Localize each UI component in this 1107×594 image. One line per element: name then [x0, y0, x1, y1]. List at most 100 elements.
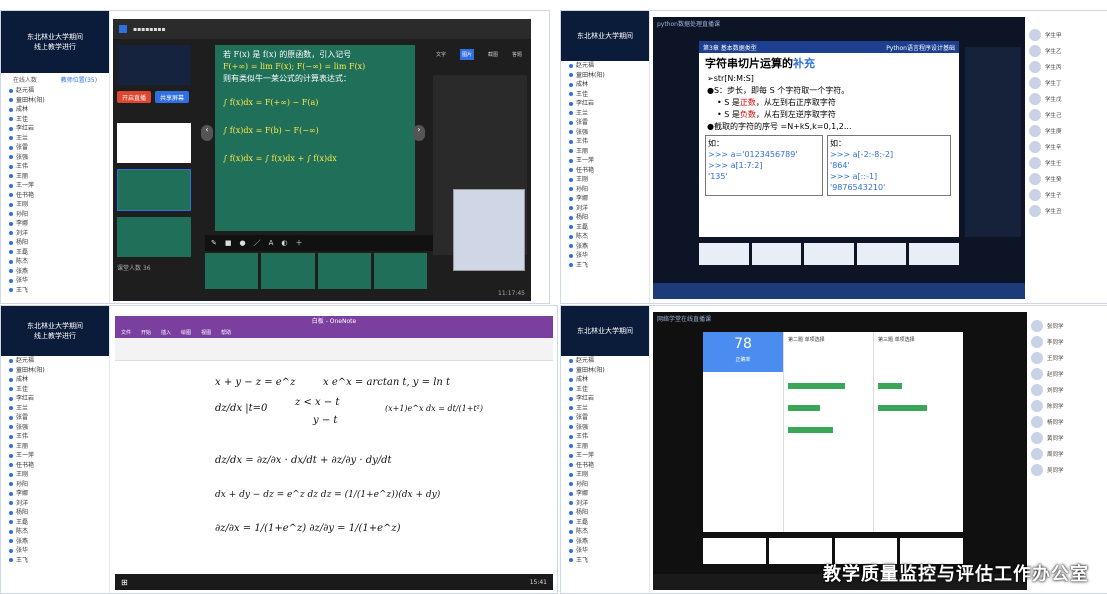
student-item[interactable]: 李红岩: [561, 99, 649, 109]
student-item[interactable]: 王伟: [561, 432, 649, 442]
student-item[interactable]: 成林: [1, 375, 109, 385]
student-item[interactable]: 王兰: [561, 404, 649, 414]
student-item[interactable]: 任书艳: [561, 461, 649, 471]
student-item[interactable]: 张燕: [561, 242, 649, 252]
next-slide-icon[interactable]: ›: [413, 125, 425, 141]
tool-answer[interactable]: 答题: [512, 51, 522, 58]
student-item[interactable]: 刘洋: [561, 499, 649, 509]
student-item[interactable]: 王佳: [1, 385, 109, 395]
student-item[interactable]: 童田林(阳): [1, 96, 109, 106]
start-live-button[interactable]: 开启直播: [117, 91, 151, 103]
student-item[interactable]: 孙阳: [561, 185, 649, 195]
student-item[interactable]: 张华: [1, 546, 109, 556]
slide-thumb-2[interactable]: [117, 169, 191, 211]
student-item[interactable]: 王兰: [1, 134, 109, 144]
menu-item[interactable]: 帮助: [221, 328, 231, 338]
student-item[interactable]: 杨阳: [1, 508, 109, 518]
student-item[interactable]: 赵元福: [561, 356, 649, 366]
student-item[interactable]: 王佳: [561, 90, 649, 100]
strip-slide[interactable]: [804, 243, 854, 265]
text-icon[interactable]: A: [269, 239, 274, 247]
student-item[interactable]: 成林: [561, 375, 649, 385]
strip-slide[interactable]: [909, 243, 959, 265]
menu-item[interactable]: 文件: [121, 328, 131, 338]
student-item[interactable]: 王飞: [1, 556, 109, 566]
student-item[interactable]: 王一萍: [561, 156, 649, 166]
student-item[interactable]: 王丽: [1, 442, 109, 452]
student-item[interactable]: 陈杰: [561, 232, 649, 242]
square-icon[interactable]: ■: [225, 239, 232, 247]
student-item[interactable]: 王丽: [1, 172, 109, 182]
student-item[interactable]: 王飞: [561, 556, 649, 566]
student-item[interactable]: 赵元福: [1, 86, 109, 96]
student-item[interactable]: 王佳: [561, 385, 649, 395]
strip-slide[interactable]: [261, 253, 315, 289]
student-item[interactable]: 王刚: [561, 175, 649, 185]
student-item[interactable]: 孙阳: [1, 480, 109, 490]
student-item[interactable]: 王刚: [561, 470, 649, 480]
strip-slide[interactable]: [751, 243, 802, 265]
student-item[interactable]: 张雷: [1, 143, 109, 153]
student-item[interactable]: 张雷: [561, 118, 649, 128]
student-item[interactable]: 李红岩: [1, 394, 109, 404]
student-item[interactable]: 张强: [561, 423, 649, 433]
student-item[interactable]: 任书艳: [1, 191, 109, 201]
student-item[interactable]: 张燕: [561, 537, 649, 547]
student-item[interactable]: 童田林(阳): [1, 366, 109, 376]
strip-slide[interactable]: [856, 243, 907, 265]
student-item[interactable]: 王伟: [1, 432, 109, 442]
student-item[interactable]: 杨阳: [561, 213, 649, 223]
slide-thumb-1[interactable]: [117, 123, 191, 163]
student-item[interactable]: 杨阳: [1, 238, 109, 248]
menu-item[interactable]: 视图: [201, 328, 211, 338]
student-item[interactable]: 王磊: [1, 248, 109, 258]
strip-slide[interactable]: [699, 243, 749, 265]
student-item[interactable]: 张强: [1, 423, 109, 433]
student-item[interactable]: 张雷: [1, 413, 109, 423]
student-item[interactable]: 孙阳: [1, 210, 109, 220]
tab-online[interactable]: 在线人数: [13, 75, 37, 84]
slide-thumb-3[interactable]: [117, 217, 191, 257]
student-item[interactable]: 王兰: [1, 404, 109, 414]
student-item[interactable]: 孙阳: [561, 480, 649, 490]
student-item[interactable]: 李娜: [561, 194, 649, 204]
student-item[interactable]: 童田林(阳): [561, 71, 649, 81]
student-item[interactable]: 王磊: [1, 518, 109, 528]
student-item[interactable]: 成林: [561, 80, 649, 90]
student-item[interactable]: 张雷: [561, 413, 649, 423]
student-item[interactable]: 张强: [561, 128, 649, 138]
menu-item[interactable]: 插入: [161, 328, 171, 338]
windows-start-icon[interactable]: ⊞: [121, 578, 128, 587]
tool-screenshot[interactable]: 截图: [488, 51, 498, 58]
student-item[interactable]: 王伟: [561, 137, 649, 147]
student-item[interactable]: 李娜: [561, 489, 649, 499]
student-item[interactable]: 陈杰: [1, 257, 109, 267]
student-item[interactable]: 刘洋: [1, 229, 109, 239]
student-item[interactable]: 王兰: [561, 109, 649, 119]
student-item[interactable]: 童田林(阳): [561, 366, 649, 376]
student-item[interactable]: 王丽: [561, 442, 649, 452]
student-item[interactable]: 李红岩: [1, 124, 109, 134]
student-item[interactable]: 赵元福: [1, 356, 109, 366]
student-item[interactable]: 张华: [561, 251, 649, 261]
student-item[interactable]: 王飞: [561, 261, 649, 271]
student-item[interactable]: 张华: [561, 546, 649, 556]
student-item[interactable]: 成林: [1, 105, 109, 115]
student-item[interactable]: 张华: [1, 276, 109, 286]
student-item[interactable]: 张燕: [1, 267, 109, 277]
student-item[interactable]: 王丽: [561, 147, 649, 157]
student-item[interactable]: 刘洋: [1, 499, 109, 509]
student-item[interactable]: 王佳: [1, 115, 109, 125]
student-item[interactable]: 王刚: [1, 200, 109, 210]
student-item[interactable]: 李娜: [1, 219, 109, 229]
strip-slide[interactable]: [317, 253, 371, 289]
menu-item[interactable]: 开始: [141, 328, 151, 338]
student-item[interactable]: 李娜: [1, 489, 109, 499]
student-item[interactable]: 杨阳: [561, 508, 649, 518]
line-icon[interactable]: ／: [254, 238, 261, 248]
student-item[interactable]: 王磊: [561, 518, 649, 528]
tool-text[interactable]: 文字: [436, 51, 446, 58]
student-item[interactable]: 任书艳: [561, 166, 649, 176]
pen-icon[interactable]: ✎: [211, 239, 217, 247]
strip-slide[interactable]: [205, 253, 259, 289]
